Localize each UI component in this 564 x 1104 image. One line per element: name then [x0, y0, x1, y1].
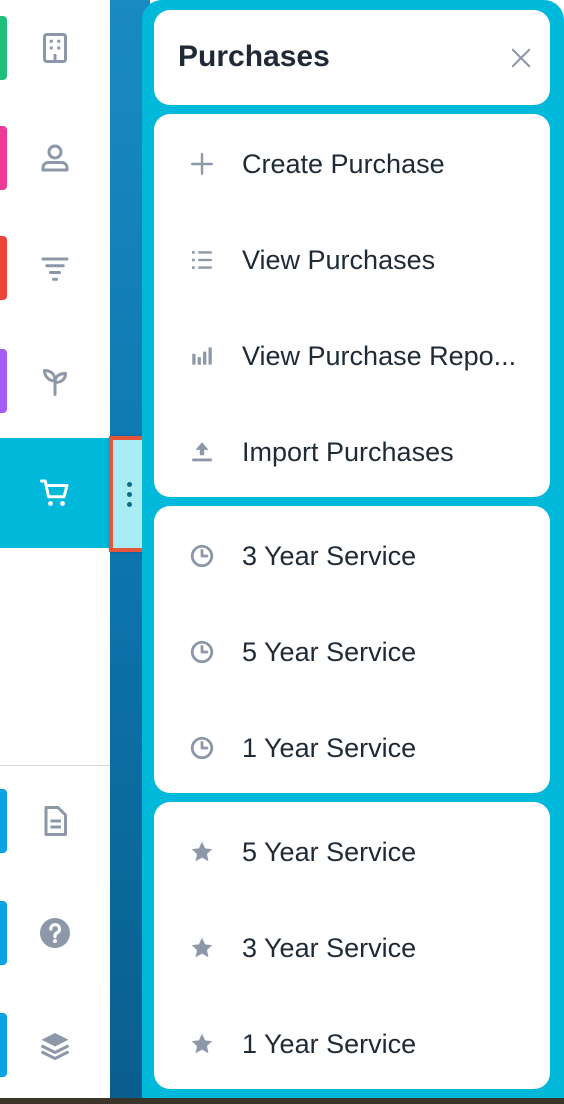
- star-icon: [191, 937, 213, 958]
- recent-item[interactable]: 3 Year Service: [154, 508, 550, 604]
- favorite-item[interactable]: 5 Year Service: [154, 804, 550, 900]
- nav-item-knowledge[interactable]: [0, 990, 110, 1100]
- actions-section: Create Purchase View Purchases View Purc…: [154, 114, 550, 497]
- sprout-icon: [43, 369, 67, 396]
- recent-item[interactable]: 5 Year Service: [154, 604, 550, 700]
- drag-dots-icon: [126, 481, 132, 507]
- building-icon: [43, 33, 67, 63]
- clock-icon: [190, 544, 214, 568]
- nav-item-contacts[interactable]: [0, 103, 110, 213]
- recent-item-label: 5 Year Service: [242, 636, 417, 667]
- nav-accent-strip: [0, 349, 7, 413]
- cart-icon: [40, 479, 69, 506]
- nav-accent-strip: [0, 236, 7, 300]
- layers-icon: [40, 1033, 70, 1060]
- purchases-flyout: Purchases Create Purchase View Purchases…: [142, 0, 564, 1104]
- favorite-item[interactable]: 1 Year Service: [154, 996, 550, 1092]
- document-icon: [44, 806, 67, 836]
- nav-accent-strip: [0, 901, 7, 965]
- favorite-item-label: 1 Year Service: [242, 1028, 417, 1059]
- flyout-title: Purchases: [178, 40, 330, 73]
- favorites-section: 5 Year Service 3 Year Service 1 Year Ser…: [154, 802, 550, 1089]
- close-icon[interactable]: [510, 47, 532, 69]
- clock-icon: [190, 736, 214, 760]
- nav-rail: [0, 0, 110, 1104]
- upload-icon: [192, 442, 212, 462]
- nav-accent-strip: [0, 16, 7, 80]
- nav-item-opportunities[interactable]: [0, 326, 110, 436]
- recently-viewed-section: 3 Year Service 5 Year Service 1 Year Ser…: [154, 506, 550, 793]
- help-icon: [40, 918, 70, 948]
- nav-item-leads[interactable]: [0, 213, 110, 323]
- menu-item-label: View Purchase Repo...: [242, 340, 517, 371]
- funnel-icon: [41, 257, 69, 281]
- star-icon: [191, 1033, 213, 1054]
- nav-item-purchases[interactable]: [0, 438, 110, 548]
- menu-item-view-purchases[interactable]: View Purchases: [154, 212, 550, 308]
- plus-icon: [191, 153, 213, 175]
- favorite-item[interactable]: 3 Year Service: [154, 900, 550, 996]
- menu-item-label: Create Purchase: [242, 148, 445, 179]
- recent-item-label: 3 Year Service: [242, 540, 417, 571]
- menu-item-label: View Purchases: [242, 244, 436, 275]
- menu-item-view-purchase-reports[interactable]: View Purchase Repo...: [154, 308, 550, 404]
- bar-chart-icon: [192, 347, 212, 365]
- favorite-item-label: 3 Year Service: [242, 932, 417, 963]
- nav-accent-strip: [0, 789, 7, 853]
- nav-item-accounts[interactable]: [0, 0, 110, 103]
- contact-icon: [41, 144, 69, 172]
- nav-accent-strip: [0, 1013, 7, 1077]
- window-bottom-edge: [0, 1098, 564, 1104]
- list-icon: [191, 250, 212, 270]
- recent-item-label: 1 Year Service: [242, 732, 417, 763]
- star-icon: [191, 841, 213, 862]
- nav-accent-strip: [0, 126, 7, 190]
- menu-item-label: Import Purchases: [242, 436, 454, 467]
- clock-icon: [190, 640, 214, 664]
- nav-item-documents[interactable]: [0, 766, 110, 876]
- nav-item-help[interactable]: [0, 878, 110, 988]
- menu-item-import-purchases[interactable]: Import Purchases: [154, 404, 550, 500]
- menu-item-create-purchase[interactable]: Create Purchase: [154, 116, 550, 212]
- flyout-header: Purchases: [154, 10, 550, 105]
- recent-item[interactable]: 1 Year Service: [154, 700, 550, 796]
- favorite-item-label: 5 Year Service: [242, 836, 417, 867]
